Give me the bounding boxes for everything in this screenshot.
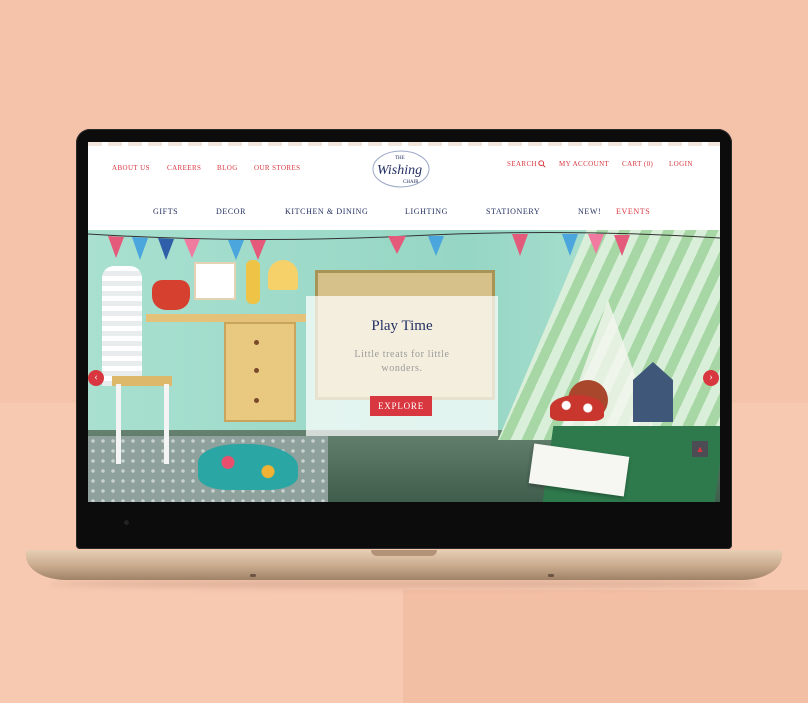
drawer-knob bbox=[254, 398, 259, 403]
logo-main-text: Wishing bbox=[377, 163, 422, 178]
laptop-port bbox=[548, 574, 554, 577]
hero-mushroom-cushion bbox=[550, 395, 604, 421]
drawer-knob bbox=[254, 368, 259, 373]
chevron-left-icon: ‹ bbox=[94, 372, 98, 383]
chevron-up-icon: ▲ bbox=[695, 444, 705, 454]
search-label: SEARCH bbox=[507, 160, 538, 168]
chair-leg bbox=[164, 384, 169, 464]
hero-desk bbox=[146, 314, 306, 322]
nav-events[interactable]: EVENTS bbox=[616, 207, 650, 216]
laptop-shadow bbox=[50, 580, 758, 588]
carousel-next-button[interactable]: › bbox=[703, 370, 719, 386]
laptop-notch bbox=[371, 550, 437, 556]
site-header: ABOUT US CAREERS BLOG OUR STORES THE Wis… bbox=[88, 142, 720, 230]
chair-seat bbox=[112, 376, 172, 386]
careers-link[interactable]: CAREERS bbox=[167, 164, 201, 172]
nav-lighting[interactable]: LIGHTING bbox=[405, 207, 448, 216]
hero-drawers bbox=[224, 322, 296, 422]
website-screen: ABOUT US CAREERS BLOG OUR STORES THE Wis… bbox=[88, 142, 720, 502]
logo-mark: THE Wishing CHAIR bbox=[372, 150, 430, 188]
backdrop-strip bbox=[403, 590, 808, 703]
our-stores-link[interactable]: OUR STORES bbox=[254, 164, 300, 172]
search-link[interactable]: SEARCH bbox=[507, 160, 546, 168]
site-logo[interactable]: THE Wishing CHAIR bbox=[369, 148, 433, 190]
nav-stationery[interactable]: STATIONERY bbox=[486, 207, 540, 216]
header-trim bbox=[88, 142, 720, 146]
hero-text-card: Play Time Little treats for little wonde… bbox=[306, 296, 498, 436]
nav-new[interactable]: NEW! bbox=[578, 207, 601, 216]
chevron-right-icon: › bbox=[709, 372, 713, 383]
search-icon bbox=[538, 160, 546, 168]
chair-leg bbox=[116, 384, 121, 464]
laptop-port bbox=[250, 574, 256, 577]
back-to-top-button[interactable]: ▲ bbox=[692, 441, 708, 457]
hero-banner: Play Time Little treats for little wonde… bbox=[88, 230, 720, 502]
my-account-link[interactable]: MY ACCOUNT bbox=[559, 160, 609, 168]
logo-sub-text: CHAIR bbox=[403, 180, 419, 185]
hero-plant-pot bbox=[152, 280, 190, 310]
nav-gifts[interactable]: GIFTS bbox=[153, 207, 178, 216]
nav-decor[interactable]: DECOR bbox=[216, 207, 246, 216]
chair-back bbox=[102, 266, 142, 386]
hero-subtitle: Little treats for little wonders. bbox=[354, 349, 450, 374]
about-us-link[interactable]: ABOUT US bbox=[112, 164, 150, 172]
hero-title: Play Time bbox=[371, 318, 433, 334]
hero-elephant-toy bbox=[198, 444, 298, 490]
explore-button[interactable]: EXPLORE bbox=[370, 396, 432, 416]
cart-link[interactable]: CART (0) bbox=[622, 160, 653, 168]
blog-link[interactable]: BLOG bbox=[217, 164, 238, 172]
webcam bbox=[124, 520, 129, 525]
drawer-knob bbox=[254, 340, 259, 345]
hero-bunting bbox=[88, 231, 720, 260]
nav-kitchen-dining[interactable]: KITCHEN & DINING bbox=[285, 207, 368, 216]
login-link[interactable]: LOGIN bbox=[669, 160, 693, 168]
carousel-prev-button[interactable]: ‹ bbox=[88, 370, 104, 386]
logo-small-text: THE bbox=[395, 156, 405, 161]
